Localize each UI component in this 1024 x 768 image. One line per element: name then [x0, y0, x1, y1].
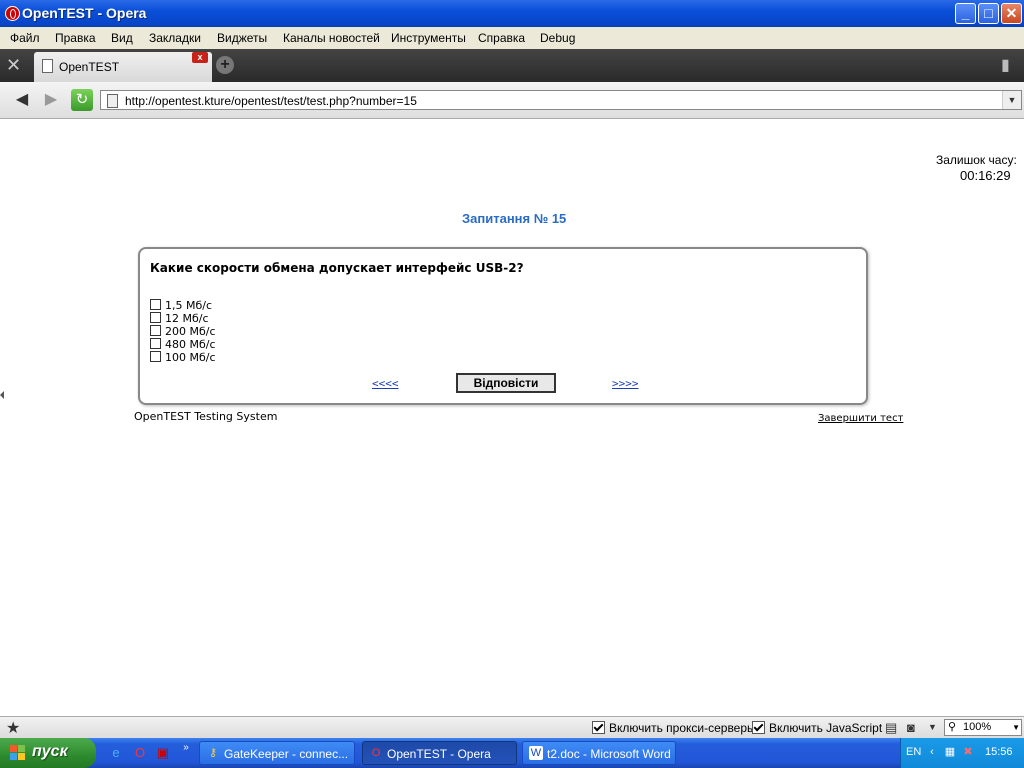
time-remaining-value: 00:16:29	[960, 168, 1011, 183]
menu-bar: Файл Правка Вид Закладки Виджеты Каналы …	[0, 27, 1024, 50]
menu-view[interactable]: Вид	[111, 31, 133, 45]
answer-button[interactable]: Відповісти	[456, 373, 556, 393]
option-1[interactable]: 1,5 Мб/с	[150, 299, 212, 312]
close-tab-icon[interactable]: x	[192, 52, 208, 63]
checkbox[interactable]	[150, 351, 161, 362]
previous-question-link[interactable]: <<<<	[372, 377, 399, 390]
proxy-toggle[interactable]: Включить прокси-серверы	[592, 721, 756, 735]
menu-file[interactable]: Файл	[10, 31, 40, 45]
reload-icon[interactable]: ↻	[71, 89, 93, 111]
menu-feeds[interactable]: Каналы новостей	[283, 31, 380, 45]
question-heading: Запитання № 15	[462, 211, 567, 226]
checkbox[interactable]	[150, 312, 161, 323]
menu-help[interactable]: Справка	[478, 31, 525, 45]
option-4[interactable]: 480 Мб/с	[150, 338, 216, 351]
checkbox[interactable]	[150, 325, 161, 336]
key-icon: ⚷	[208, 747, 218, 759]
window-title-bar[interactable]: OpenTEST - Opera _ □ ✕	[0, 0, 1024, 27]
opera-icon: O	[371, 747, 381, 759]
opera-icon[interactable]: O	[132, 745, 148, 761]
chevron-down-icon[interactable]: ▼	[1012, 720, 1020, 735]
more-quicklaunch-icon[interactable]: »	[178, 740, 194, 756]
tab-bar: ✕ OpenTEST x + ▮	[0, 49, 1024, 82]
trash-icon[interactable]: ▮	[1001, 55, 1010, 75]
back-arrow-icon[interactable]: ◀	[12, 90, 32, 110]
minimize-button[interactable]: _	[955, 3, 976, 24]
zoom-value: 100%	[963, 721, 992, 733]
save-icon[interactable]: ▣	[155, 745, 171, 761]
option-5[interactable]: 100 Мб/с	[150, 351, 216, 364]
finish-test-link[interactable]: Завершити тест	[818, 413, 903, 424]
question-panel: Какие скорости обмена допускает интерфей…	[138, 247, 868, 405]
clock: 15:56	[985, 746, 1013, 758]
menu-bookmarks[interactable]: Закладки	[149, 31, 201, 45]
start-button[interactable]: пуск	[0, 738, 96, 768]
page-icon	[107, 94, 118, 108]
chevron-down-icon[interactable]: ▼	[928, 722, 937, 732]
task-word[interactable]: W t2.doc - Microsoft Word	[522, 741, 676, 765]
page-content: Залишок часу: 00:16:29 Запитання № 15 Ка…	[0, 119, 1024, 715]
star-icon[interactable]: ★	[6, 718, 20, 738]
navigation-bar: ◀ ▶ ↻ http://opentest.kture/opentest/tes…	[0, 82, 1024, 119]
windows-taskbar: пуск e O ▣ » ⚷ GateKeeper - connec... O …	[0, 738, 1024, 768]
language-indicator[interactable]: EN	[906, 746, 921, 758]
system-name: OpenTEST Testing System	[134, 410, 278, 423]
tab-opentest[interactable]: OpenTEST x	[34, 52, 212, 82]
option-3[interactable]: 200 Мб/с	[150, 325, 216, 338]
forward-arrow-icon[interactable]: ▶	[41, 90, 61, 110]
next-question-link[interactable]: >>>>	[612, 377, 639, 390]
question-text: Какие скорости обмена допускает интерфей…	[150, 261, 524, 275]
new-tab-icon[interactable]: +	[216, 56, 234, 74]
maximize-button[interactable]: □	[978, 3, 999, 24]
word-document-icon: W	[529, 746, 543, 760]
zoom-control[interactable]: ⚲ 100% ▼	[944, 719, 1022, 736]
start-label: пуск	[32, 743, 68, 760]
close-window-button[interactable]: ✕	[1001, 3, 1022, 24]
system-tray: EN ‹ ▦ ✖ 15:56	[900, 738, 1024, 768]
option-2[interactable]: 12 Мб/с	[150, 312, 209, 325]
tools-icon[interactable]: ✕	[6, 55, 21, 76]
network-disconnected-icon[interactable]: ✖	[961, 745, 975, 759]
chevron-left-icon[interactable]: ‹	[925, 745, 939, 759]
menu-edit[interactable]: Правка	[55, 31, 96, 45]
camera-icon[interactable]: ◙	[907, 720, 915, 735]
menu-debug[interactable]: Debug	[540, 31, 575, 45]
opera-logo-icon	[5, 6, 20, 21]
checkbox-checked[interactable]	[592, 721, 605, 734]
magnifier-icon: ⚲	[948, 721, 957, 733]
time-remaining-label: Залишок часу:	[936, 153, 1017, 167]
checkbox[interactable]	[150, 299, 161, 310]
internet-explorer-icon[interactable]: e	[108, 745, 124, 761]
task-opentest-opera[interactable]: O OpenTEST - Opera	[362, 741, 517, 765]
window-title: OpenTEST - Opera	[22, 5, 147, 21]
checkbox[interactable]	[150, 338, 161, 349]
javascript-toggle[interactable]: Включить JavaScript	[752, 721, 882, 735]
panel-toggle-icon[interactable]	[0, 391, 4, 399]
url-text: http://opentest.kture/opentest/test/test…	[125, 94, 417, 108]
menu-tools[interactable]: Инструменты	[391, 31, 466, 45]
menu-widgets[interactable]: Виджеты	[217, 31, 267, 45]
address-field[interactable]: http://opentest.kture/opentest/test/test…	[100, 90, 1022, 110]
chevron-down-icon[interactable]: ▼	[1002, 91, 1021, 109]
page-icon	[42, 59, 53, 73]
checkbox-checked[interactable]	[752, 721, 765, 734]
status-bar: ★ Включить прокси-серверы Включить JavaS…	[0, 716, 1024, 739]
network-icon[interactable]: ▦	[943, 745, 957, 759]
presentation-icon[interactable]: ▤	[885, 720, 897, 736]
windows-logo-icon	[10, 745, 26, 761]
tab-label: OpenTEST	[59, 60, 120, 74]
task-gatekeeper[interactable]: ⚷ GateKeeper - connec...	[199, 741, 355, 765]
